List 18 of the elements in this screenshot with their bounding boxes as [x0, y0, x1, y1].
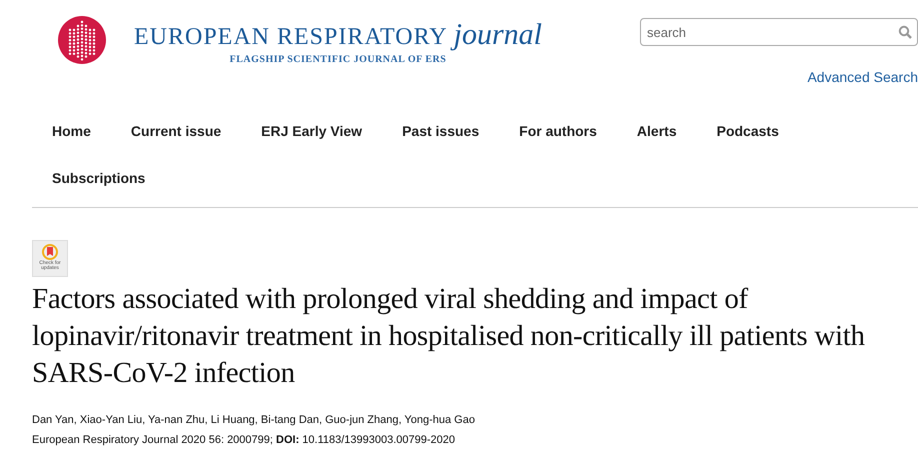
journal-title: EUROPEAN RESPIRATORY journal: [134, 18, 542, 52]
nav-link[interactable]: Current issue: [110, 108, 242, 155]
article-authors: Dan Yan, Xiao-Yan Liu, Ya-nan Zhu, Li Huang, Bi-tang Dan, Guo-jun Zhang, Yong-hua Gao: [32, 414, 476, 426]
lungs-logo-icon: [58, 16, 106, 64]
nav-link[interactable]: ERJ Early View: [241, 108, 382, 155]
advanced-search-link[interactable]: Advanced Search: [807, 69, 918, 85]
nav-link[interactable]: Alerts: [616, 108, 697, 155]
tagline: FLAGSHIP SCIENTIFIC JOURNAL OF ERS: [230, 54, 446, 65]
nav-link[interactable]: Home: [32, 108, 111, 155]
nav-link[interactable]: Podcasts: [696, 108, 799, 155]
article-title: Factors associated with prolonged viral shedding and impact of lopinavir/ritonavir treatment in hospitalised non-critically ill patients with SARS-CoV-2 infection: [32, 282, 866, 391]
bookmark-icon: [42, 244, 58, 260]
search-icon[interactable]: [898, 25, 912, 39]
nav-link[interactable]: Subscriptions: [32, 155, 166, 202]
article-citation: European Respiratory Journal 2020 56: 2000799; DOI: 10.1183/13993003.00799-2020: [32, 434, 456, 446]
nav-link[interactable]: Past issues: [382, 108, 500, 155]
nav-link[interactable]: For authors: [499, 108, 617, 155]
search-field[interactable]: search: [640, 18, 918, 46]
